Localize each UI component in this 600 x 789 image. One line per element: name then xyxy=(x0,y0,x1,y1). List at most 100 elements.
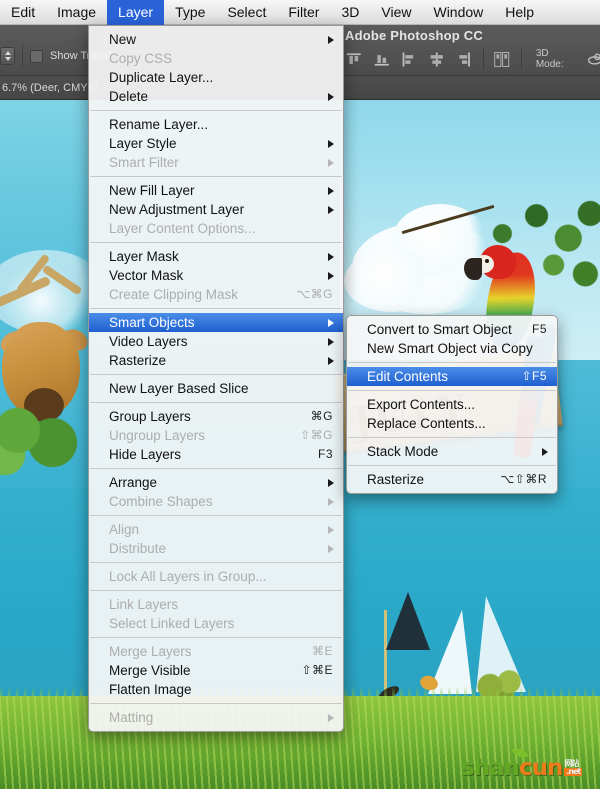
smart-objects-item-edit-contents[interactable]: Edit Contents ⇧F5 xyxy=(347,367,557,386)
chevron-right-icon xyxy=(542,447,548,456)
layer-menu-item-video-layers[interactable]: Video Layers xyxy=(89,332,343,351)
smart-objects-item-export-contents[interactable]: Export Contents... xyxy=(347,395,557,414)
align-left-edges-icon[interactable] xyxy=(400,50,418,69)
layer-menu-item-matting: Matting xyxy=(89,708,343,727)
menu-item-label: Smart Objects xyxy=(109,315,195,330)
menu-item-label: Flatten Image xyxy=(109,682,192,697)
align-bottom-edges-icon[interactable] xyxy=(373,50,391,69)
menu-item-label: New Smart Object via Copy xyxy=(367,341,533,356)
menu-item-shortcut: ⌥⌘G xyxy=(296,287,333,301)
photoshop-window: JULY STYLE shan xyxy=(0,0,600,789)
value-stepper[interactable] xyxy=(0,47,15,65)
align-right-edges-icon[interactable] xyxy=(455,50,473,69)
layer-menu-item-rasterize[interactable]: Rasterize xyxy=(89,351,343,370)
menu-item-label: Group Layers xyxy=(109,409,191,424)
layer-menu-item-layer-style[interactable]: Layer Style xyxy=(89,134,343,153)
layer-menu-item-merge-layers: Merge Layers ⌘E xyxy=(89,642,343,661)
layer-menu-item-new[interactable]: New xyxy=(89,30,343,49)
menu-item-label: Matting xyxy=(109,710,154,725)
menubar-item-select[interactable]: Select xyxy=(216,0,277,25)
layer-menu-item-layer-mask[interactable]: Layer Mask xyxy=(89,247,343,266)
menu-item-shortcut: ⇧⌘G xyxy=(300,428,333,442)
app-title: Adobe Photoshop CC xyxy=(345,28,483,43)
menu-item-label: Rasterize xyxy=(367,472,425,487)
menubar-item-help[interactable]: Help xyxy=(494,0,545,25)
layer-menu-item-create-clipping-mask: Create Clipping Mask ⌥⌘G xyxy=(89,285,343,304)
menubar-item-edit[interactable]: Edit xyxy=(0,0,46,25)
menu-separator xyxy=(348,362,556,363)
layer-menu-item-flatten-image[interactable]: Flatten Image xyxy=(89,680,343,699)
smart-objects-item-replace-contents[interactable]: Replace Contents... xyxy=(347,414,557,433)
document-tab-label: 6.7% (Deer, CMYK/ xyxy=(2,81,98,94)
layer-menu[interactable]: New Copy CSS Duplicate Layer... Delete Renam… xyxy=(88,25,344,732)
chevron-right-icon xyxy=(328,478,334,487)
layer-menu-item-vector-mask[interactable]: Vector Mask xyxy=(89,266,343,285)
menu-separator xyxy=(90,703,342,704)
layer-menu-item-group-layers[interactable]: Group Layers ⌘G xyxy=(89,407,343,426)
align-horizontal-centers-icon[interactable] xyxy=(428,50,446,69)
chevron-right-icon xyxy=(328,158,334,167)
layer-menu-item-new-fill-layer[interactable]: New Fill Layer xyxy=(89,181,343,200)
menu-item-label: Hide Layers xyxy=(109,447,182,462)
menu-item-label: Select Linked Layers xyxy=(109,616,235,631)
layer-menu-item-copy-css: Copy CSS xyxy=(89,49,343,68)
dark-sail xyxy=(386,592,430,650)
smart-objects-submenu[interactable]: Convert to Smart Object F5 New Smart Objec… xyxy=(346,315,558,494)
menu-item-label: Distribute xyxy=(109,541,167,556)
menubar-item-3d[interactable]: 3D xyxy=(330,0,370,25)
menu-separator xyxy=(90,308,342,309)
menu-item-label: Video Layers xyxy=(109,334,188,349)
chevron-right-icon xyxy=(328,252,334,261)
menu-item-shortcut: ⌥⇧⌘R xyxy=(500,472,547,486)
menu-item-label: Stack Mode xyxy=(367,444,439,459)
layer-menu-item-rename-layer[interactable]: Rename Layer... xyxy=(89,115,343,134)
menubar-item-type[interactable]: Type xyxy=(164,0,216,25)
layer-menu-item-new-adjustment-layer[interactable]: New Adjustment Layer xyxy=(89,200,343,219)
layer-menu-item-duplicate-layer[interactable]: Duplicate Layer... xyxy=(89,68,343,87)
watermark-suffix: 网站 .net xyxy=(564,760,583,776)
menu-bar: Edit Image Layer Type Select Filter 3D View Wind… xyxy=(0,0,600,25)
watermark-part2: cun xyxy=(518,755,563,781)
chevron-right-icon xyxy=(328,544,334,553)
menu-item-label: Merge Visible xyxy=(109,663,191,678)
3d-rotate-icon[interactable] xyxy=(586,50,600,69)
menu-item-label: Layer Content Options... xyxy=(109,221,256,236)
distribute-icon[interactable] xyxy=(493,50,511,69)
menu-item-label: Edit Contents xyxy=(367,369,449,384)
chevron-right-icon xyxy=(328,35,334,44)
menu-separator xyxy=(90,374,342,375)
layer-menu-item-merge-visible[interactable]: Merge Visible ⇧⌘E xyxy=(89,661,343,680)
menu-item-shortcut: ⇧⌘E xyxy=(301,663,333,677)
menu-item-label: Lock All Layers in Group... xyxy=(109,569,267,584)
layer-menu-item-ungroup-layers: Ungroup Layers ⇧⌘G xyxy=(89,426,343,445)
menu-item-shortcut: ⌘E xyxy=(311,644,333,658)
cloud xyxy=(344,250,440,312)
layer-menu-item-hide-layers[interactable]: Hide Layers F3 xyxy=(89,445,343,464)
menu-separator xyxy=(348,390,556,391)
menubar-item-view[interactable]: View xyxy=(370,0,422,25)
smart-objects-item-convert-to-smart-object[interactable]: Convert to Smart Object F5 xyxy=(347,320,557,339)
menubar-item-filter[interactable]: Filter xyxy=(277,0,330,25)
menubar-item-window[interactable]: Window xyxy=(422,0,494,25)
parrot-eye xyxy=(485,259,489,263)
show-transform-checkbox[interactable] xyxy=(30,49,43,63)
layer-menu-item-delete[interactable]: Delete xyxy=(89,87,343,106)
layer-menu-item-arrange[interactable]: Arrange xyxy=(89,473,343,492)
smart-objects-item-stack-mode[interactable]: Stack Mode xyxy=(347,442,557,461)
menu-item-label: New Fill Layer xyxy=(109,183,195,198)
smart-objects-item-new-smart-object-via-copy[interactable]: New Smart Object via Copy xyxy=(347,339,557,358)
chevron-right-icon xyxy=(328,525,334,534)
align-top-edges-icon[interactable] xyxy=(345,50,363,69)
menubar-item-layer[interactable]: Layer xyxy=(107,0,165,25)
chevron-right-icon xyxy=(328,337,334,346)
chevron-right-icon xyxy=(328,92,334,101)
layer-menu-item-smart-objects[interactable]: Smart Objects xyxy=(89,313,343,332)
parrot-beak xyxy=(464,258,482,280)
menubar-item-image[interactable]: Image xyxy=(46,0,107,25)
smart-objects-item-rasterize[interactable]: Rasterize ⌥⇧⌘R xyxy=(347,470,557,489)
layer-menu-item-distribute: Distribute xyxy=(89,539,343,558)
layer-menu-item-new-layer-based-slice[interactable]: New Layer Based Slice xyxy=(89,379,343,398)
menu-item-label: Vector Mask xyxy=(109,268,184,283)
menu-item-label: Combine Shapes xyxy=(109,494,213,509)
menu-separator xyxy=(90,590,342,591)
